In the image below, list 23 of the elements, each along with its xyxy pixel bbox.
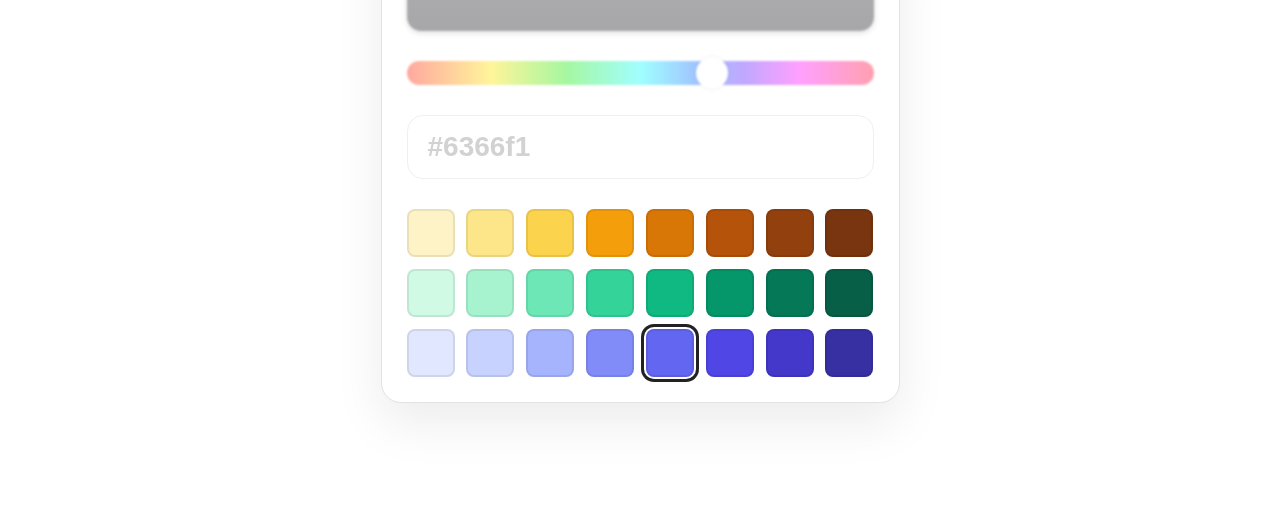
- color-swatch[interactable]: [705, 329, 754, 377]
- color-swatch[interactable]: [586, 269, 635, 317]
- color-swatch[interactable]: [645, 269, 694, 317]
- color-swatch[interactable]: [526, 329, 575, 377]
- color-swatch[interactable]: [586, 209, 635, 257]
- color-swatch[interactable]: [765, 209, 814, 257]
- color-swatch[interactable]: [825, 269, 874, 317]
- color-swatch[interactable]: [526, 209, 575, 257]
- color-swatch[interactable]: [406, 269, 455, 317]
- color-swatch[interactable]: [526, 269, 575, 317]
- color-swatch[interactable]: [406, 329, 455, 377]
- color-swatch[interactable]: [765, 269, 814, 317]
- color-swatch[interactable]: [825, 329, 874, 377]
- color-swatch[interactable]: [466, 329, 515, 377]
- color-swatch[interactable]: [466, 209, 515, 257]
- color-swatch[interactable]: [406, 209, 455, 257]
- color-swatch[interactable]: [645, 209, 694, 257]
- color-swatch[interactable]: [466, 269, 515, 317]
- color-swatch[interactable]: [586, 329, 635, 377]
- color-swatch[interactable]: [705, 269, 754, 317]
- color-swatch[interactable]: [825, 209, 874, 257]
- color-swatch[interactable]: [705, 209, 754, 257]
- color-swatch[interactable]: [765, 329, 814, 377]
